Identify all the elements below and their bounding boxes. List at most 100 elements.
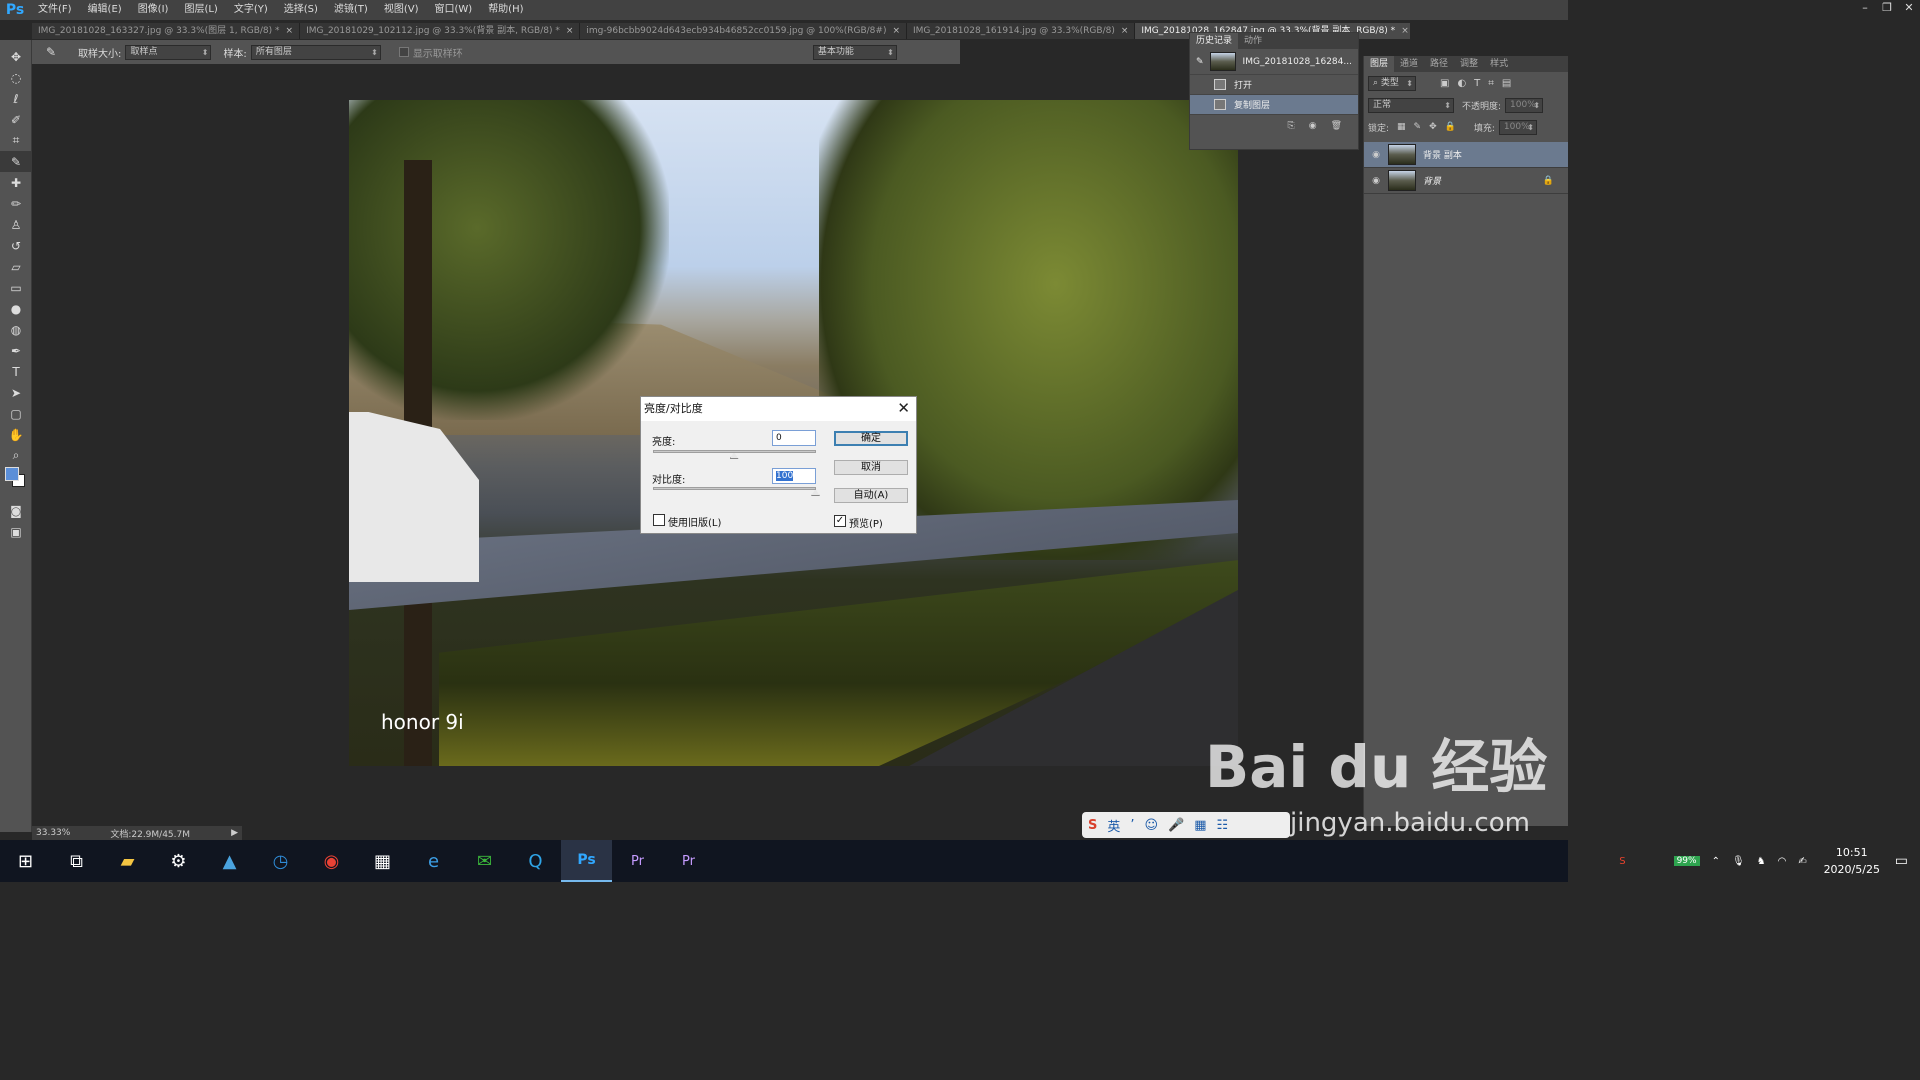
opacity-input[interactable]: 100%: [1505, 97, 1544, 113]
settings-icon[interactable]: ⚙: [153, 840, 204, 882]
pen-tool-icon[interactable]: ✒: [0, 340, 32, 361]
close-icon[interactable]: ×: [892, 26, 900, 36]
wechat-icon[interactable]: ✉: [459, 840, 510, 882]
photoshop-taskbar-icon[interactable]: Ps: [561, 840, 612, 882]
sogou-tray-icon[interactable]: S: [1619, 856, 1625, 867]
contrast-slider[interactable]: [653, 487, 816, 490]
ime-tool-icons[interactable]: ’☺🎤▦☷: [1130, 818, 1238, 833]
task-view-icon[interactable]: ⧉: [51, 840, 102, 882]
preview-checkbox[interactable]: ✓: [834, 515, 846, 527]
tab-adjustments[interactable]: 调整: [1454, 56, 1484, 72]
close-icon[interactable]: ✕: [1898, 0, 1920, 16]
legacy-checkbox[interactable]: [653, 514, 665, 526]
eraser-tool-icon[interactable]: ▱: [0, 256, 32, 277]
camera-icon[interactable]: ◉: [1309, 121, 1317, 131]
chevron-up-icon[interactable]: ⌃: [1712, 856, 1720, 867]
stamp-tool-icon[interactable]: ♙: [0, 214, 32, 235]
close-icon[interactable]: ×: [566, 26, 574, 36]
sample-size-select[interactable]: 取样点: [125, 44, 212, 60]
wifi-icon[interactable]: ◠: [1778, 856, 1787, 867]
blur-tool-icon[interactable]: ●: [0, 298, 32, 319]
menu-help[interactable]: 帮助(H): [480, 0, 531, 20]
show-ring-checkbox[interactable]: [398, 47, 409, 57]
eye-icon[interactable]: ◉: [1364, 176, 1388, 186]
brightness-slider[interactable]: [653, 450, 816, 453]
doc-tab[interactable]: IMG_20181028_161914.jpg @ 33.3%(RGB/8) ×: [907, 23, 1136, 39]
doc-tab[interactable]: IMG_20181028_163327.jpg @ 33.3%(图层 1, RG…: [32, 23, 301, 39]
chrome-icon[interactable]: ◉: [306, 840, 357, 882]
menu-view[interactable]: 视图(V): [376, 0, 427, 20]
cancel-button[interactable]: 取消: [834, 460, 908, 475]
ok-button[interactable]: 确定: [834, 431, 908, 446]
menu-select[interactable]: 选择(S): [276, 0, 326, 20]
tab-channels[interactable]: 通道: [1394, 56, 1424, 72]
menu-file[interactable]: 文件(F): [30, 0, 80, 20]
path-select-tool-icon[interactable]: ➤: [0, 382, 32, 403]
restore-icon[interactable]: ❐: [1876, 0, 1898, 16]
eyedropper-icon[interactable]: ✎: [46, 45, 56, 59]
close-icon[interactable]: ×: [1401, 26, 1409, 36]
notification-icon[interactable]: ▭: [1895, 853, 1908, 869]
history-snapshot[interactable]: ✎ IMG_20181028_16284...: [1190, 49, 1358, 75]
ime-toolbar[interactable]: S 英 ’☺🎤▦☷: [1082, 812, 1290, 838]
brush-tool-icon[interactable]: ✏: [0, 193, 32, 214]
menu-layer[interactable]: 图层(L): [176, 0, 225, 20]
fill-input[interactable]: 100%: [1498, 119, 1537, 135]
windows-start-icon[interactable]: ⊞: [0, 840, 51, 882]
blend-mode-select[interactable]: 正常: [1368, 97, 1454, 113]
minimize-icon[interactable]: –: [1854, 0, 1876, 16]
eye-icon[interactable]: ◉: [1364, 150, 1388, 160]
store-icon[interactable]: ▦: [357, 840, 408, 882]
battery-indicator[interactable]: 99%: [1673, 856, 1700, 866]
history-step-active[interactable]: 复制图层: [1190, 95, 1358, 115]
doc-tab[interactable]: img-96bcbb9024d643ecb934b46852cc0159.jpg…: [580, 23, 907, 39]
qq-browser-icon[interactable]: Q: [510, 840, 561, 882]
sample-select[interactable]: 所有图层: [250, 44, 381, 60]
tab-layers[interactable]: 图层: [1364, 56, 1395, 72]
close-icon[interactable]: ✕: [897, 399, 910, 417]
tab-paths[interactable]: 路径: [1424, 56, 1454, 72]
dodge-tool-icon[interactable]: ◍: [0, 319, 32, 340]
gradient-tool-icon[interactable]: ▭: [0, 277, 32, 298]
layer-filter-icons[interactable]: ▣◐T⌗▤: [1440, 78, 1519, 89]
doc-tab[interactable]: IMG_20181029_102112.jpg @ 33.3%(背景 副本, R…: [300, 23, 581, 39]
close-icon[interactable]: ×: [1121, 26, 1129, 36]
layer-row-active[interactable]: ◉ 背景 副本: [1364, 142, 1568, 168]
menu-image[interactable]: 图像(I): [130, 0, 177, 20]
workspace-select[interactable]: 基本功能: [812, 44, 897, 60]
lasso-tool-icon[interactable]: ℓ: [0, 88, 32, 109]
close-icon[interactable]: ×: [286, 26, 294, 36]
menu-type[interactable]: 文字(Y): [226, 0, 276, 20]
new-document-icon[interactable]: ⎘: [1288, 121, 1295, 131]
menu-edit[interactable]: 编辑(E): [80, 0, 130, 20]
eyedropper-tool-icon[interactable]: ✎: [0, 151, 32, 172]
brightness-slider-thumb[interactable]: [729, 452, 739, 459]
file-explorer-icon[interactable]: ▰: [102, 840, 153, 882]
move-tool-icon[interactable]: ✥: [0, 46, 32, 67]
trash-icon[interactable]: 🗑: [1331, 121, 1342, 131]
zoom-tool-icon[interactable]: ⌕: [0, 445, 32, 466]
photos-icon[interactable]: ▲: [204, 840, 255, 882]
clock-app-icon[interactable]: ◷: [255, 840, 306, 882]
edge-icon[interactable]: e: [408, 840, 459, 882]
lock-icons[interactable]: ▦✎✥🔒: [1397, 122, 1464, 132]
layer-row[interactable]: ◉ 背景 🔒: [1364, 168, 1568, 194]
menu-filter[interactable]: 滤镜(T): [326, 0, 376, 20]
history-step[interactable]: 打开: [1190, 75, 1358, 95]
history-brush-tool-icon[interactable]: ↺: [0, 235, 32, 256]
clock[interactable]: 10:51 2020/5/25: [1817, 844, 1887, 878]
ime-lang[interactable]: 英: [1107, 816, 1120, 835]
contrast-slider-thumb[interactable]: [811, 489, 820, 496]
quick-mask-icon[interactable]: ◙: [0, 500, 32, 521]
marquee-tool-icon[interactable]: ◌: [0, 67, 32, 88]
tab-actions[interactable]: 动作: [1238, 33, 1268, 49]
tab-history[interactable]: 历史记录: [1190, 33, 1239, 49]
quick-select-tool-icon[interactable]: ✐: [0, 109, 32, 130]
color-swatches[interactable]: [0, 466, 31, 500]
premiere-icon[interactable]: Pr: [612, 840, 663, 882]
qq-tray-icon[interactable]: ♞: [1757, 856, 1766, 867]
healing-tool-icon[interactable]: ✚: [0, 172, 32, 193]
zoom-level[interactable]: 33.33%: [36, 828, 70, 838]
premiere-2-icon[interactable]: Pr: [663, 840, 714, 882]
pen-icon[interactable]: ✍: [1798, 856, 1806, 867]
